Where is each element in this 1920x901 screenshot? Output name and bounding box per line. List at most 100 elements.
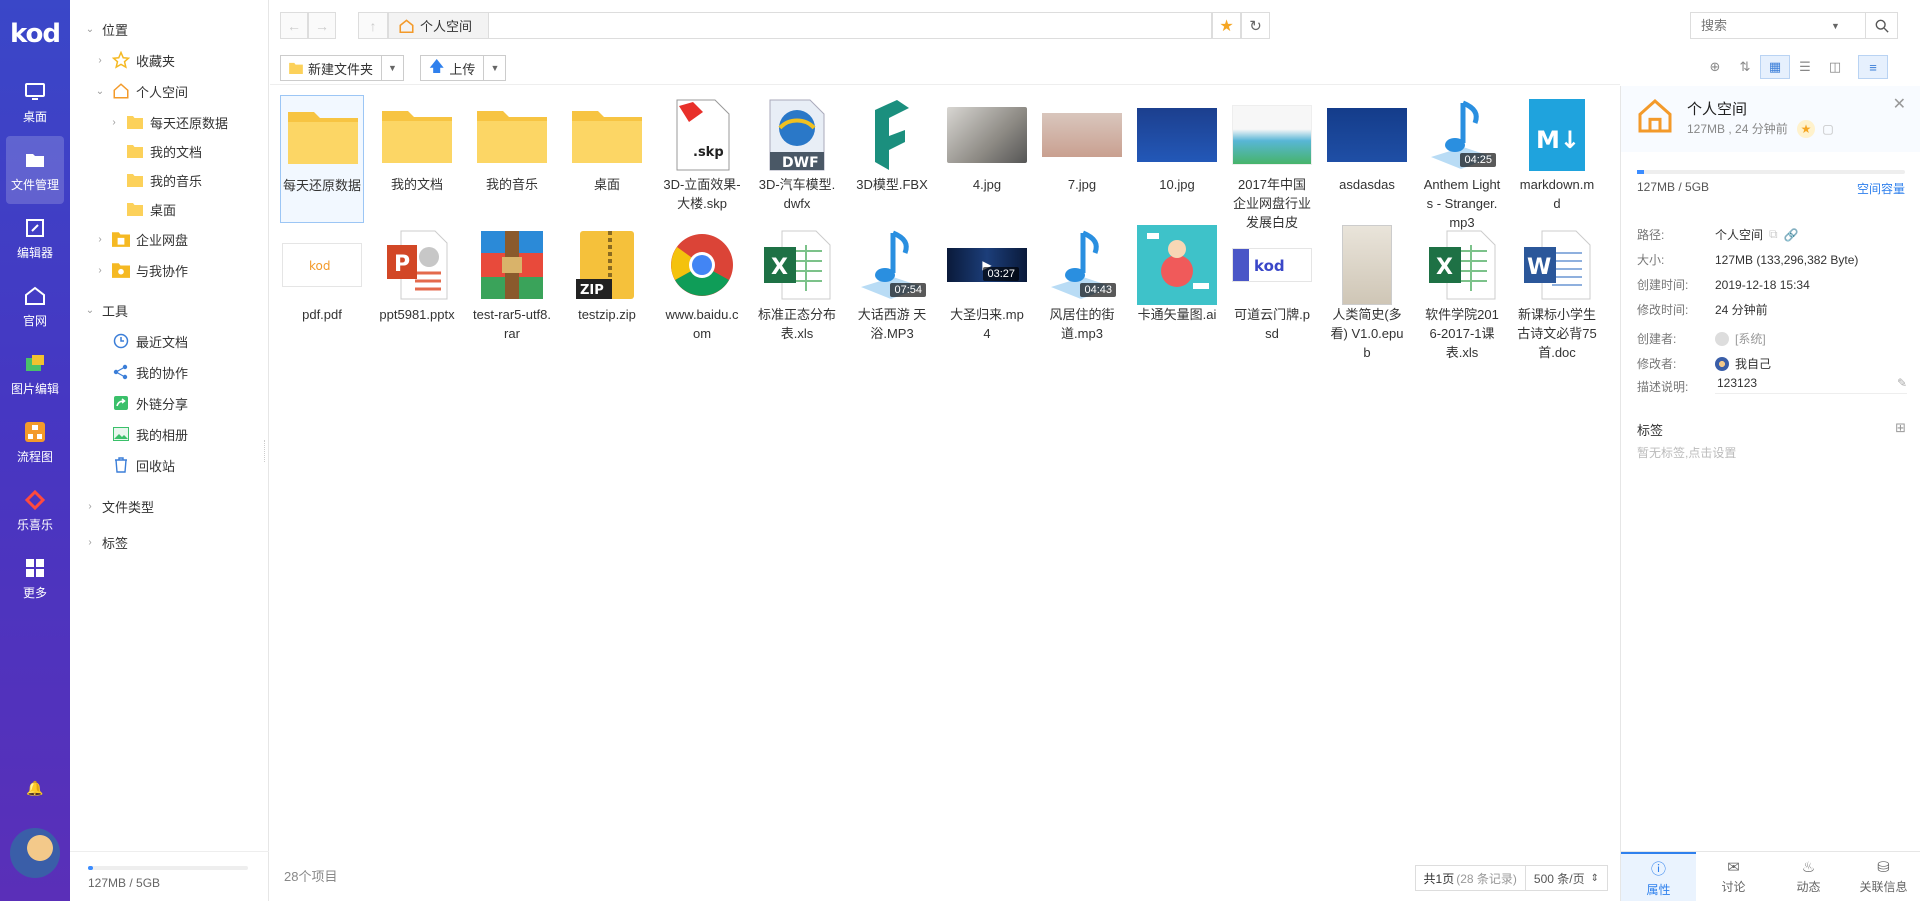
search-button[interactable]: [1866, 12, 1898, 39]
zoom-button[interactable]: ⊕: [1700, 55, 1730, 79]
tab-related[interactable]: ⛁ 关联信息: [1846, 852, 1920, 901]
file-item[interactable]: W 新课标小学生古诗文必背75首.doc: [1515, 225, 1599, 360]
tree-section-tools[interactable]: ⌄ 工具: [84, 298, 128, 322]
search-input[interactable]: [1691, 13, 1831, 38]
new-folder-button[interactable]: 新建文件夹 ▼: [280, 55, 405, 81]
link-icon[interactable]: 🔗: [1784, 228, 1799, 242]
file-item[interactable]: 04:43 风居住的街道.mp3: [1040, 225, 1124, 353]
nav-desktop[interactable]: 桌面: [0, 68, 70, 136]
chevron-right-icon: ›: [88, 536, 92, 548]
sort-button[interactable]: ⇅: [1730, 55, 1760, 79]
file-item[interactable]: 每天还原数据: [280, 95, 364, 223]
edit-icon[interactable]: ✎: [1897, 376, 1907, 390]
tree-item-collab[interactable]: › 与我协作: [94, 258, 188, 282]
pin-icon[interactable]: ▢: [1822, 122, 1833, 136]
chevron-down-icon[interactable]: ▼: [1831, 21, 1840, 31]
forward-button[interactable]: →: [308, 12, 336, 39]
tab-discussion[interactable]: ✉ 讨论: [1696, 852, 1771, 901]
file-item[interactable]: kod pdf.pdf: [280, 225, 364, 353]
file-item[interactable]: 我的音乐: [470, 95, 554, 223]
tab-properties[interactable]: ⓘ 属性: [1621, 852, 1696, 901]
avatar[interactable]: [10, 828, 60, 878]
nav-music[interactable]: 乐喜乐: [0, 476, 70, 544]
resize-handle[interactable]: [264, 440, 266, 462]
nav-more[interactable]: 更多: [0, 544, 70, 612]
chevron-right-icon: ›: [112, 116, 116, 128]
file-item[interactable]: DWF 3D-汽车模型.dwfx: [755, 95, 839, 223]
toggle-panel-button[interactable]: ≡: [1858, 55, 1888, 79]
nav-file-manager[interactable]: 文件管理: [6, 136, 64, 204]
tree-tool-recycle[interactable]: 回收站: [112, 453, 175, 477]
chevron-down-icon[interactable]: ▼: [381, 56, 403, 80]
tree-item-my-music[interactable]: 我的音乐: [126, 168, 202, 192]
tree-tool-share[interactable]: 外链分享: [112, 391, 188, 415]
nav-editor[interactable]: 编辑器: [0, 204, 70, 272]
file-item[interactable]: test-rar5-utf8.rar: [470, 225, 554, 353]
tree-item-enterprise[interactable]: › 企业网盘: [94, 227, 188, 251]
file-name: 10.jpg: [1159, 177, 1195, 192]
address-bar-row: ← → ↑ 个人空间 ★ ↻: [270, 0, 1620, 50]
tree-tool-album[interactable]: 我的相册: [112, 422, 188, 446]
chevron-down-icon[interactable]: ▼: [483, 56, 505, 80]
tree-item-favorites[interactable]: › 收藏夹: [94, 48, 175, 72]
file-item[interactable]: X 软件学院2016-2017-1课表.xls: [1420, 225, 1504, 360]
file-item[interactable]: ▶ 03:27 大圣归来.mp4: [945, 225, 1029, 353]
file-item[interactable]: 04:25 Anthem Lights - Stranger.mp3: [1420, 95, 1504, 230]
up-button[interactable]: ↑: [358, 12, 388, 39]
nav-image-editor[interactable]: 图片编辑: [0, 340, 70, 408]
comment-icon: ✉: [1727, 859, 1740, 876]
tree-tool-recent[interactable]: 最近文档: [112, 329, 188, 353]
file-item[interactable]: 卡通矢量图.ai: [1135, 225, 1219, 353]
panel-title: 个人空间: [1687, 101, 1748, 118]
split-view-button[interactable]: ◫: [1820, 55, 1850, 79]
star-icon[interactable]: ★: [1797, 120, 1816, 138]
nav-flowchart[interactable]: 流程图: [0, 408, 70, 476]
file-item[interactable]: 桌面: [565, 95, 649, 223]
tree-section-tags[interactable]: › 标签: [84, 530, 128, 554]
icon-view-button[interactable]: ▦: [1760, 55, 1790, 79]
breadcrumb[interactable]: 个人空间: [389, 13, 490, 38]
tree-item-daily-restore[interactable]: › 每天还原数据: [108, 110, 228, 134]
chevron-down-icon: ⌄: [95, 85, 105, 97]
tags-empty-hint[interactable]: 暂无标签,点击设置: [1637, 444, 1736, 461]
file-item[interactable]: 07:54 大话西游 天浴.MP3: [850, 225, 934, 353]
file-item[interactable]: 10.jpg: [1135, 95, 1219, 223]
file-item[interactable]: 3D模型.FBX: [850, 95, 934, 223]
tree-item-personal[interactable]: ⌄ 个人空间: [94, 79, 188, 103]
file-item[interactable]: M↓ markdown.md: [1515, 95, 1599, 223]
upload-button[interactable]: 🡅 上传 ▼: [420, 55, 507, 81]
bell-icon[interactable]: 🔔: [0, 780, 70, 797]
quota-link[interactable]: 空间容量: [1857, 180, 1905, 197]
file-item[interactable]: .skp 3D-立面效果-大楼.skp: [660, 95, 744, 223]
nav-website[interactable]: 官网: [0, 272, 70, 340]
file-item[interactable]: asdasdas: [1325, 95, 1409, 223]
file-item[interactable]: 4.jpg: [945, 95, 1029, 223]
file-item[interactable]: 2017年中国企业网盘行业发展白皮: [1230, 95, 1314, 230]
file-item[interactable]: ZIP testzip.zip: [565, 225, 649, 353]
tree-item-desktop[interactable]: 桌面: [126, 197, 176, 221]
file-item[interactable]: 我的文档: [375, 95, 459, 223]
favorite-button[interactable]: ★: [1212, 12, 1241, 39]
add-tag-icon[interactable]: ⊞: [1895, 420, 1906, 436]
file-item[interactable]: 人类简史(多看) V1.0.epub: [1325, 225, 1409, 360]
path-bar[interactable]: 个人空间: [388, 12, 1212, 39]
photo-icon: [112, 426, 130, 442]
file-item[interactable]: P ppt5981.pptx: [375, 225, 459, 353]
file-item[interactable]: www.baidu.com: [660, 225, 744, 353]
close-icon[interactable]: ✕: [1893, 94, 1906, 114]
tree-item-my-docs[interactable]: 我的文档: [126, 139, 202, 163]
file-item[interactable]: kod 可道云门牌.psd: [1230, 225, 1314, 353]
copy-icon[interactable]: ⧉: [1769, 227, 1778, 242]
back-button[interactable]: ←: [280, 12, 308, 39]
page-size-select[interactable]: 500 条/页 ⇕: [1524, 866, 1607, 890]
tab-activity[interactable]: ♨ 动态: [1771, 852, 1846, 901]
file-item[interactable]: 7.jpg: [1040, 95, 1124, 223]
tree-section-filetypes[interactable]: › 文件类型: [84, 494, 154, 518]
refresh-button[interactable]: ↻: [1241, 12, 1270, 39]
description-field[interactable]: 123123 ✎: [1715, 372, 1907, 394]
star-icon: ★: [1219, 17, 1234, 35]
tree-tool-collab[interactable]: 我的协作: [112, 360, 188, 384]
tree-section-location[interactable]: ⌄ 位置: [84, 17, 128, 41]
file-item[interactable]: X 标准正态分布表.xls: [755, 225, 839, 353]
list-view-button[interactable]: ☰: [1790, 55, 1820, 79]
